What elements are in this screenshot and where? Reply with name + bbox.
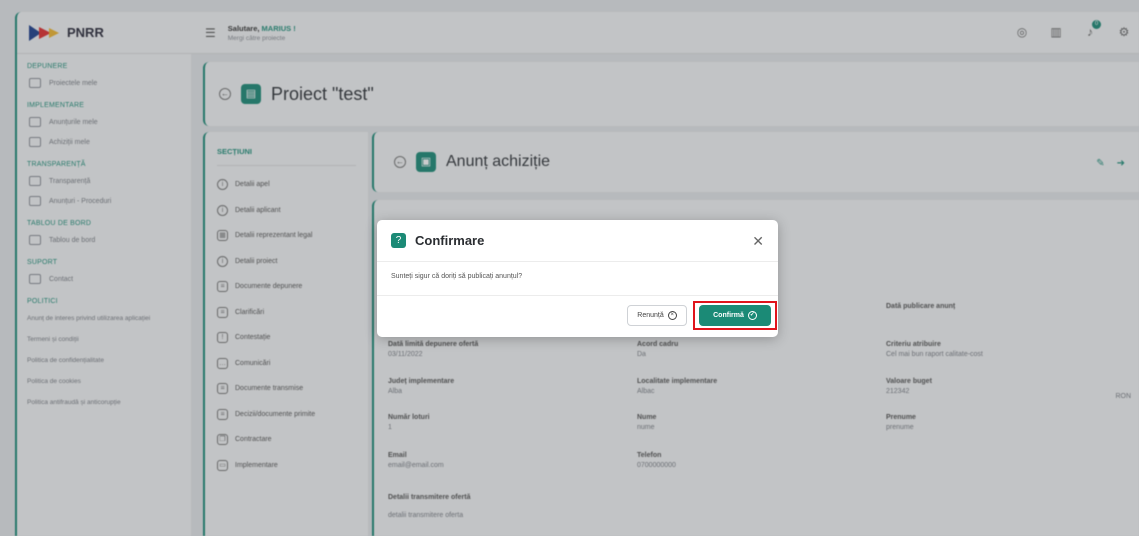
confirm-label: Confirmă	[713, 312, 744, 319]
close-circle-icon: ×	[667, 311, 677, 320]
dialog-header: ? Confirmare ✕	[377, 220, 778, 262]
cancel-button[interactable]: Renunță ×	[627, 305, 687, 326]
check-circle-icon: ✓	[747, 311, 757, 320]
confirm-dialog: ? Confirmare ✕ Sunteți sigur că doriți s…	[377, 220, 778, 337]
dialog-footer: Renunță × Confirmă ✓	[377, 296, 778, 337]
confirm-button[interactable]: Confirmă ✓	[699, 305, 771, 326]
question-icon: ?	[391, 233, 406, 248]
dialog-title: Confirmare	[415, 233, 485, 248]
dialog-message: Sunteți sigur că doriți să publicați anu…	[377, 262, 778, 296]
cancel-label: Renunță	[637, 312, 664, 319]
close-icon[interactable]: ✕	[752, 233, 764, 250]
